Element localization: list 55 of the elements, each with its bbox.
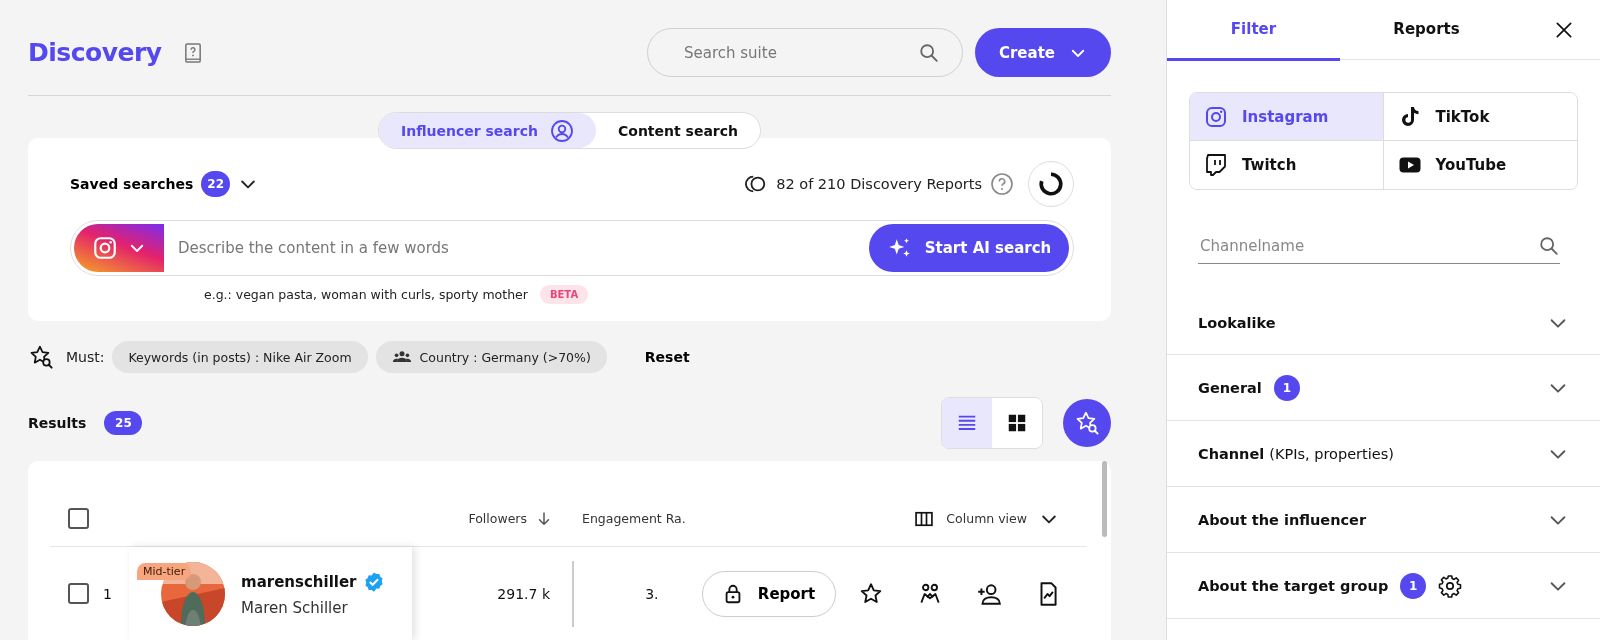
row-checkbox[interactable]	[68, 583, 89, 604]
row-number: 1	[103, 585, 113, 602]
column-header[interactable]: Followers	[468, 511, 527, 526]
twitch-icon	[1204, 153, 1228, 177]
tier-badge: Mid-tier	[137, 563, 192, 580]
grid-icon	[1006, 412, 1028, 434]
panel-tab[interactable]: Reports	[1340, 0, 1513, 61]
instagram-icon	[92, 235, 118, 261]
list-view-button[interactable]	[942, 398, 992, 448]
search-input[interactable]: Search suite	[682, 42, 918, 63]
panel-tab[interactable]: Filter	[1167, 0, 1340, 61]
count-badge: 22	[201, 171, 231, 197]
create-button[interactable]: Create	[975, 28, 1111, 77]
search-mode-tab[interactable]: Content search	[596, 113, 760, 148]
page-title: Discovery	[28, 38, 162, 67]
close-icon	[1554, 19, 1574, 40]
saved-searches-dropdown[interactable]: Saved searches 22	[70, 171, 259, 197]
progress-button[interactable]	[1028, 161, 1074, 207]
results-label: Results	[28, 415, 87, 431]
reports-quota: 82 of 210 Discovery Reports	[776, 176, 982, 192]
saved-search-button[interactable]	[1063, 399, 1111, 447]
star-search-icon	[28, 344, 54, 370]
star-search-icon	[1074, 410, 1100, 436]
help-icon	[990, 172, 1014, 196]
followers-count: 291.7 k	[496, 585, 551, 602]
report-button[interactable]: Report	[701, 570, 836, 617]
search-mode-tab[interactable]: Influencer search	[379, 113, 596, 148]
engagement-rate: 3.	[644, 585, 659, 602]
scrollbar[interactable]	[1102, 461, 1107, 537]
count-badge: 1	[1400, 572, 1427, 599]
column-header[interactable]: Engagement Ra.	[582, 511, 686, 526]
platform-picker[interactable]	[74, 224, 164, 272]
filter-chip[interactable]: Keywords (in posts) : Nike Air Zoom	[112, 341, 368, 373]
channel-search-field[interactable]: Channelname	[1198, 228, 1560, 264]
progress-ring-icon	[1038, 171, 1064, 197]
filter-chip[interactable]: Country : Germany (>70%)	[375, 341, 607, 373]
user-circle-icon	[550, 118, 574, 143]
count-badge: 25	[104, 411, 143, 435]
count-badge: 1	[1273, 374, 1300, 401]
reset-button[interactable]: Reset	[638, 348, 696, 366]
platform-option[interactable]: TikTok	[1383, 93, 1577, 141]
beta-badge: BETA	[539, 285, 589, 304]
search-icon	[1538, 234, 1560, 257]
channel-handle[interactable]: marenschiller	[241, 572, 357, 591]
platform-option[interactable]: Instagram	[1190, 93, 1384, 141]
instagram-icon	[1204, 104, 1228, 129]
search-field[interactable]: Search suite	[647, 28, 963, 77]
influencer-name: Maren Schiller	[241, 598, 349, 617]
search-icon	[918, 41, 940, 64]
select-all-checkbox[interactable]	[68, 508, 89, 529]
example-hint: e.g.: vegan pasta, woman with curls, sporty mother	[204, 287, 528, 302]
start-ai-search-button[interactable]: Start AI search	[869, 224, 1069, 272]
column-view-dropdown[interactable]: Column view	[908, 507, 1065, 530]
platform-option[interactable]: Twitch	[1190, 141, 1384, 189]
filter-label: Must:	[66, 349, 105, 365]
